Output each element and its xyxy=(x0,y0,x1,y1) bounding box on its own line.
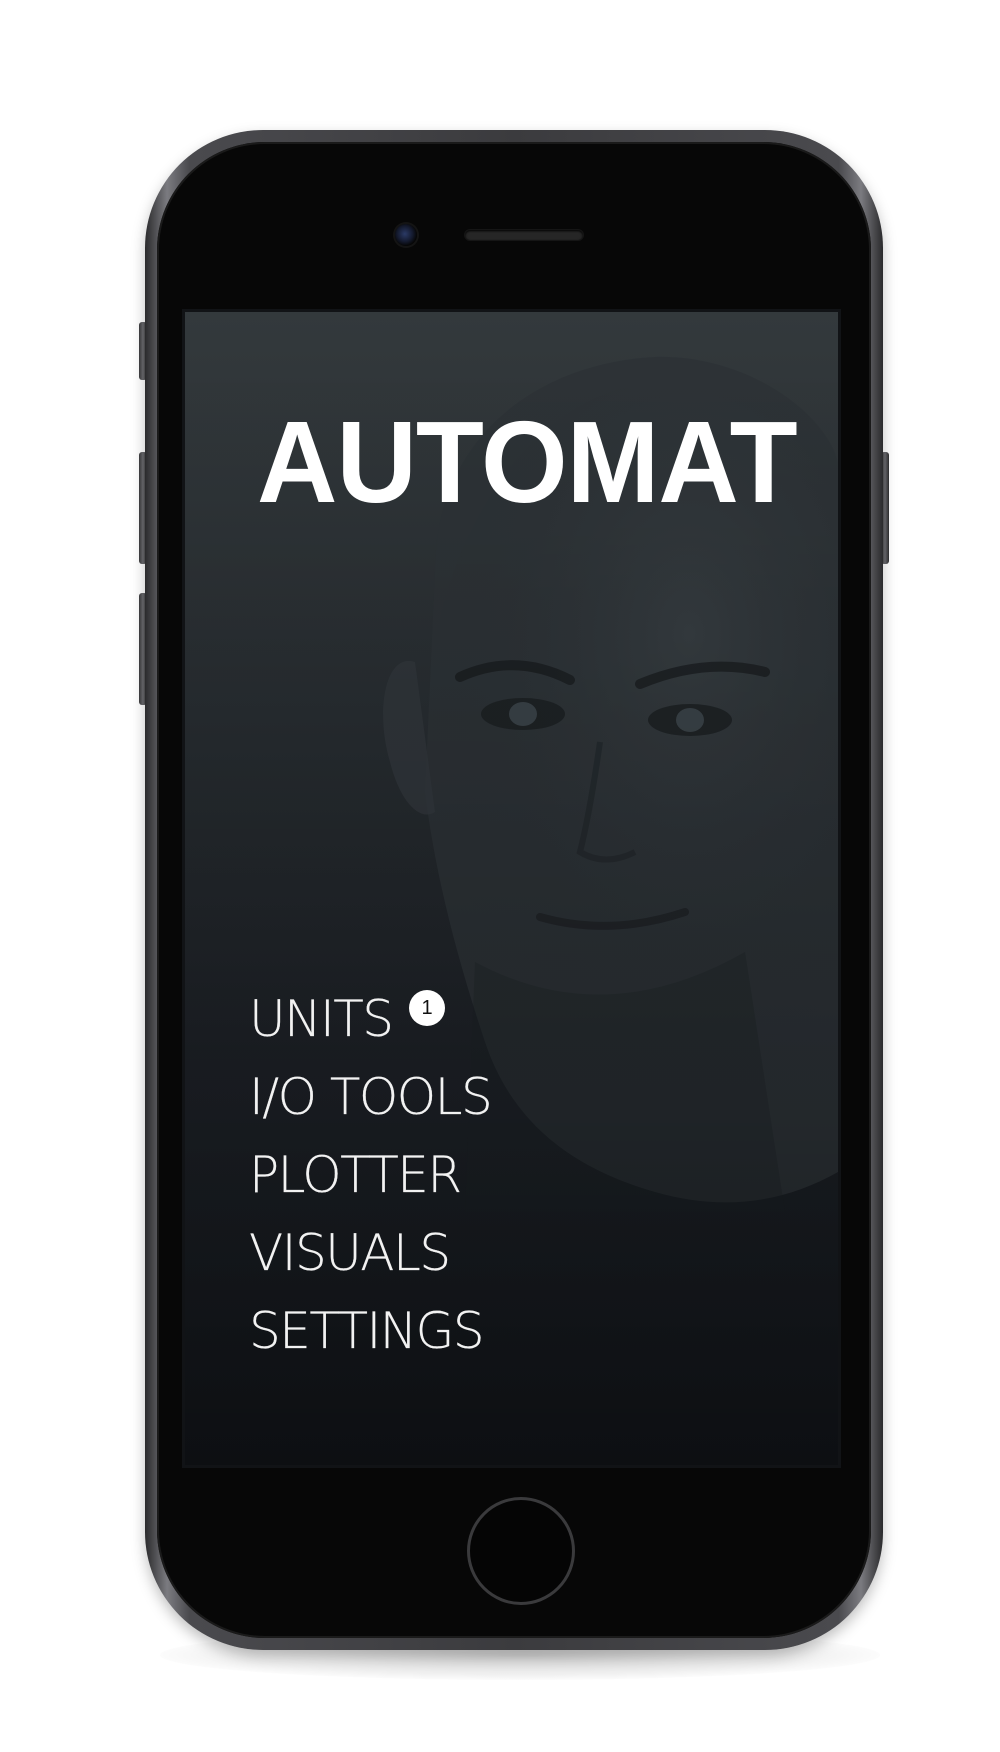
front-camera-icon xyxy=(395,224,417,246)
menu-item-label: UNITS xyxy=(249,990,394,1048)
menu-item-label: PLOTTER xyxy=(249,1146,462,1204)
menu-item-label: I/O TOOLS xyxy=(249,1068,493,1126)
menu-item-settings[interactable]: SETTINGS xyxy=(249,1292,491,1370)
menu-item-label: SETTINGS xyxy=(249,1302,485,1360)
menu-item-units[interactable]: UNITS 1 xyxy=(249,980,491,1058)
earpiece-speaker-icon xyxy=(465,230,583,240)
mockup-stage: AUTOMAT UNITS 1 I/O TOOLS PLOTTER VISUAL… xyxy=(0,0,1000,1752)
app-screen: AUTOMAT UNITS 1 I/O TOOLS PLOTTER VISUAL… xyxy=(185,312,838,1465)
main-menu: UNITS 1 I/O TOOLS PLOTTER VISUALS SETTIN… xyxy=(249,980,493,1370)
notification-badge: 1 xyxy=(409,990,445,1026)
app-title: AUTOMAT xyxy=(257,397,798,527)
menu-item-label: VISUALS xyxy=(249,1224,451,1282)
menu-item-plotter[interactable]: PLOTTER xyxy=(249,1136,491,1214)
menu-item-io-tools[interactable]: I/O TOOLS xyxy=(249,1058,493,1136)
menu-item-visuals[interactable]: VISUALS xyxy=(249,1214,491,1292)
home-button-icon[interactable] xyxy=(467,1497,575,1605)
